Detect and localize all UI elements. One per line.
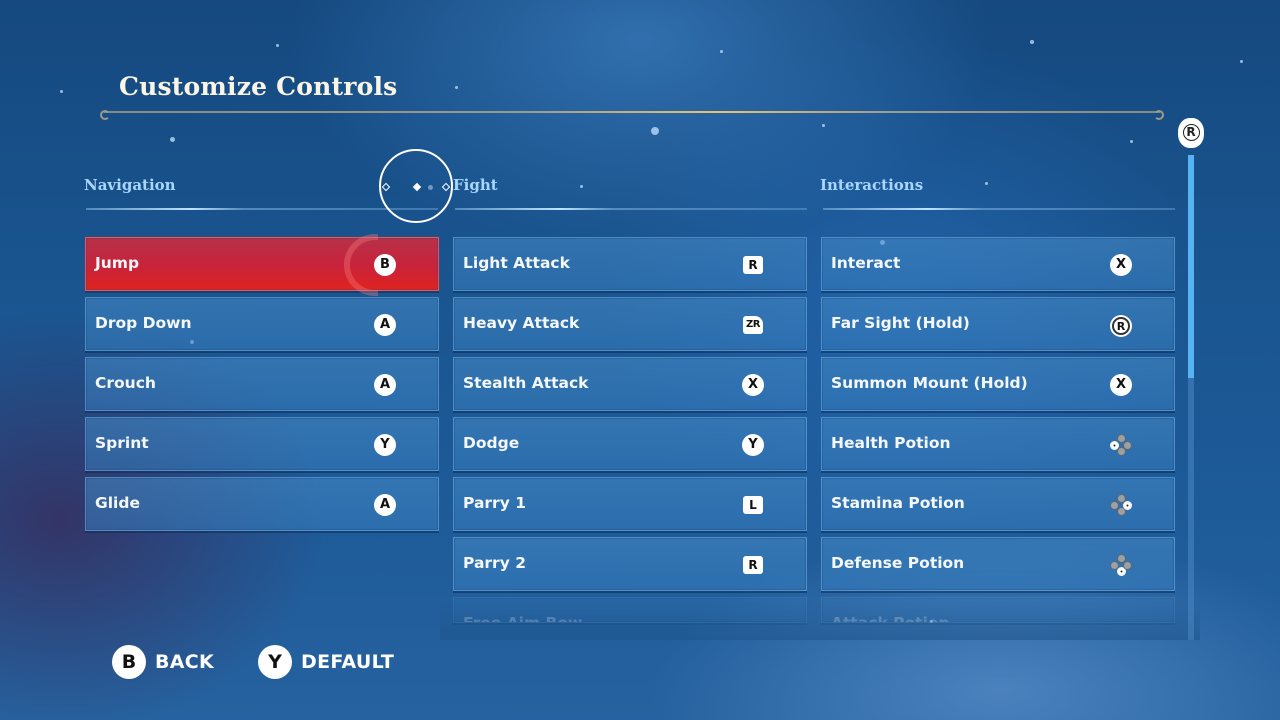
control-row-stealth-attack[interactable]: Stealth Attack X xyxy=(453,357,807,411)
control-row-drop-down[interactable]: Drop Down A xyxy=(85,297,439,351)
page-title: Customize Controls xyxy=(119,72,398,101)
r-shoulder-icon: R xyxy=(743,556,763,574)
navigation-list: Jump B Drop Down A Crouch A Sprint Y Glide A xyxy=(85,234,439,537)
fight-list: Light Attack R Heavy Attack ZR Stealth Attac… xyxy=(453,237,807,629)
b-button-icon: B xyxy=(112,645,146,679)
dpad-right-icon xyxy=(1110,494,1132,516)
column-divider xyxy=(823,208,1175,210)
x-button-icon: X xyxy=(742,374,764,396)
column-header-navigation: Navigation xyxy=(84,176,176,194)
control-row-glide[interactable]: Glide A xyxy=(85,477,439,531)
control-label: Parry 2 xyxy=(463,554,526,572)
column-divider xyxy=(455,208,807,210)
control-label: Health Potion xyxy=(831,434,951,452)
control-row-interact[interactable]: Interact X xyxy=(821,237,1175,291)
a-button-icon: A xyxy=(374,314,396,336)
r-shoulder-icon: R xyxy=(743,256,763,274)
dpad-down-icon xyxy=(1110,554,1132,576)
control-label: Far Sight (Hold) xyxy=(831,314,970,332)
default-label: DEFAULT xyxy=(301,651,395,673)
control-row-light-attack[interactable]: Light Attack R xyxy=(453,237,807,291)
control-label: Defense Potion xyxy=(831,554,965,572)
selection-ornament xyxy=(344,234,378,296)
control-row-attack-potion[interactable]: Attack Potion xyxy=(821,597,1175,623)
zr-trigger-icon: ZR xyxy=(743,316,763,334)
interactions-list: Interact X Far Sight (Hold) R Summon Mount (… xyxy=(821,237,1175,629)
control-label: Stealth Attack xyxy=(463,374,589,392)
control-row-jump[interactable]: Jump B xyxy=(85,234,439,296)
control-row-heavy-attack[interactable]: Heavy Attack ZR xyxy=(453,297,807,351)
control-row-defense-potion[interactable]: Defense Potion xyxy=(821,537,1175,591)
back-button[interactable]: B BACK xyxy=(112,645,214,679)
right-stick-scroll-icon: R xyxy=(1178,118,1204,148)
control-row-stamina-potion[interactable]: Stamina Potion xyxy=(821,477,1175,531)
control-label: Heavy Attack xyxy=(463,314,580,332)
control-row-dodge[interactable]: Dodge Y xyxy=(453,417,807,471)
right-stick-press-icon: R xyxy=(1112,317,1130,335)
x-button-icon: X xyxy=(1110,374,1132,396)
y-button-icon: Y xyxy=(742,434,764,456)
control-row-far-sight-hold[interactable]: Far Sight (Hold) R xyxy=(821,297,1175,351)
cursor-ring-icon xyxy=(379,149,453,223)
column-header-interactions: Interactions xyxy=(820,176,924,194)
control-label: Attack Potion xyxy=(831,614,950,623)
control-row-sprint[interactable]: Sprint Y xyxy=(85,417,439,471)
y-button-icon: Y xyxy=(374,434,396,456)
control-label: Crouch xyxy=(95,374,156,392)
scrollbar-thumb[interactable] xyxy=(1188,155,1194,379)
control-label: Drop Down xyxy=(95,314,192,332)
control-label: Sprint xyxy=(95,434,149,452)
a-button-icon: A xyxy=(374,374,396,396)
a-button-icon: A xyxy=(374,494,396,516)
column-divider xyxy=(86,208,438,210)
control-row-crouch[interactable]: Crouch A xyxy=(85,357,439,411)
control-label: Dodge xyxy=(463,434,520,452)
control-label: Parry 1 xyxy=(463,494,526,512)
control-label: Summon Mount (Hold) xyxy=(831,374,1028,392)
control-row-summon-mount-hold[interactable]: Summon Mount (Hold) X xyxy=(821,357,1175,411)
default-button[interactable]: Y DEFAULT xyxy=(258,645,394,679)
l-shoulder-icon: L xyxy=(743,496,763,514)
back-label: BACK xyxy=(155,651,215,673)
control-label: Free Aim Bow xyxy=(463,614,583,623)
title-divider xyxy=(100,110,1164,120)
b-button-icon: B xyxy=(374,254,396,276)
control-label: Interact xyxy=(831,254,901,272)
control-row-parry-1[interactable]: Parry 1 L xyxy=(453,477,807,531)
column-header-fight: Fight xyxy=(453,176,498,194)
control-row-free-aim-bow[interactable]: Free Aim Bow xyxy=(453,597,807,623)
control-label: Jump xyxy=(95,254,140,272)
control-label: Glide xyxy=(95,494,140,512)
control-label: Light Attack xyxy=(463,254,570,272)
y-button-icon: Y xyxy=(258,645,292,679)
dpad-left-icon xyxy=(1110,434,1132,456)
scrollbar[interactable] xyxy=(1188,155,1194,640)
x-button-icon: X xyxy=(1110,254,1132,276)
control-row-parry-2[interactable]: Parry 2 R xyxy=(453,537,807,591)
control-label: Stamina Potion xyxy=(831,494,965,512)
control-row-health-potion[interactable]: Health Potion xyxy=(821,417,1175,471)
